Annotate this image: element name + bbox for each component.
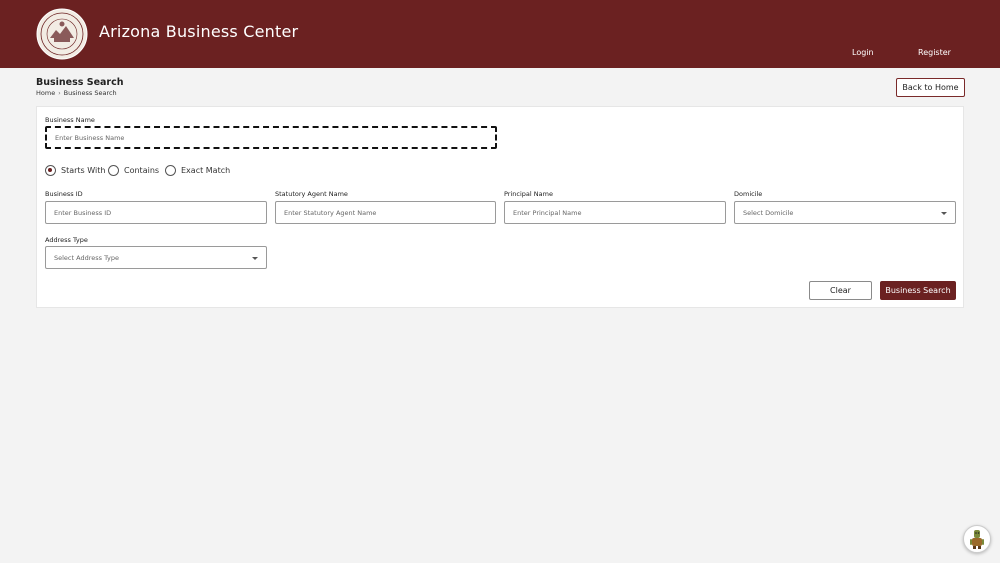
- radio-contains[interactable]: Contains: [108, 165, 159, 176]
- radio-unchecked-icon: [108, 165, 119, 176]
- business-id-label: Business ID: [45, 190, 83, 198]
- business-name-label: Business Name: [45, 116, 95, 124]
- domicile-select[interactable]: Select Domicile: [734, 201, 956, 224]
- address-type-value: Select Address Type: [54, 253, 119, 262]
- top-header: Arizona Business Center Login Register: [0, 0, 1000, 68]
- agent-name-label: Statutory Agent Name: [275, 190, 348, 198]
- back-to-home-button[interactable]: Back to Home: [896, 78, 965, 97]
- principal-name-input[interactable]: [504, 201, 726, 224]
- clear-button[interactable]: Clear: [809, 281, 872, 300]
- breadcrumb: Home › Business Search: [36, 89, 117, 97]
- radio-unchecked-icon: [165, 165, 176, 176]
- agent-name-input[interactable]: [275, 201, 496, 224]
- domicile-label: Domicile: [734, 190, 763, 198]
- business-search-button[interactable]: Business Search: [880, 281, 956, 300]
- principal-name-label: Principal Name: [504, 190, 553, 198]
- app-title: Arizona Business Center: [99, 22, 299, 41]
- business-name-input[interactable]: [45, 126, 497, 149]
- domicile-value: Select Domicile: [743, 208, 794, 217]
- breadcrumb-separator-icon: ›: [58, 89, 61, 97]
- breadcrumb-current: Business Search: [63, 89, 117, 97]
- radio-starts-with[interactable]: Starts With: [45, 165, 105, 176]
- page-title: Business Search: [36, 77, 124, 88]
- radio-checked-icon: [45, 165, 56, 176]
- radio-label: Starts With: [61, 166, 106, 175]
- chevron-down-icon: [941, 212, 947, 215]
- help-bot-button[interactable]: [963, 525, 991, 553]
- state-seal-icon[interactable]: [36, 8, 88, 60]
- chevron-down-icon: [252, 257, 258, 260]
- register-link[interactable]: Register: [918, 48, 951, 57]
- business-id-input[interactable]: [45, 201, 267, 224]
- address-type-select[interactable]: Select Address Type: [45, 246, 267, 269]
- login-link[interactable]: Login: [852, 48, 874, 57]
- radio-label: Contains: [124, 166, 160, 175]
- radio-exact-match[interactable]: Exact Match: [165, 165, 230, 176]
- radio-label: Exact Match: [181, 166, 231, 175]
- breadcrumb-home[interactable]: Home: [36, 89, 55, 97]
- help-bot-icon: [970, 530, 984, 549]
- address-type-label: Address Type: [45, 236, 88, 244]
